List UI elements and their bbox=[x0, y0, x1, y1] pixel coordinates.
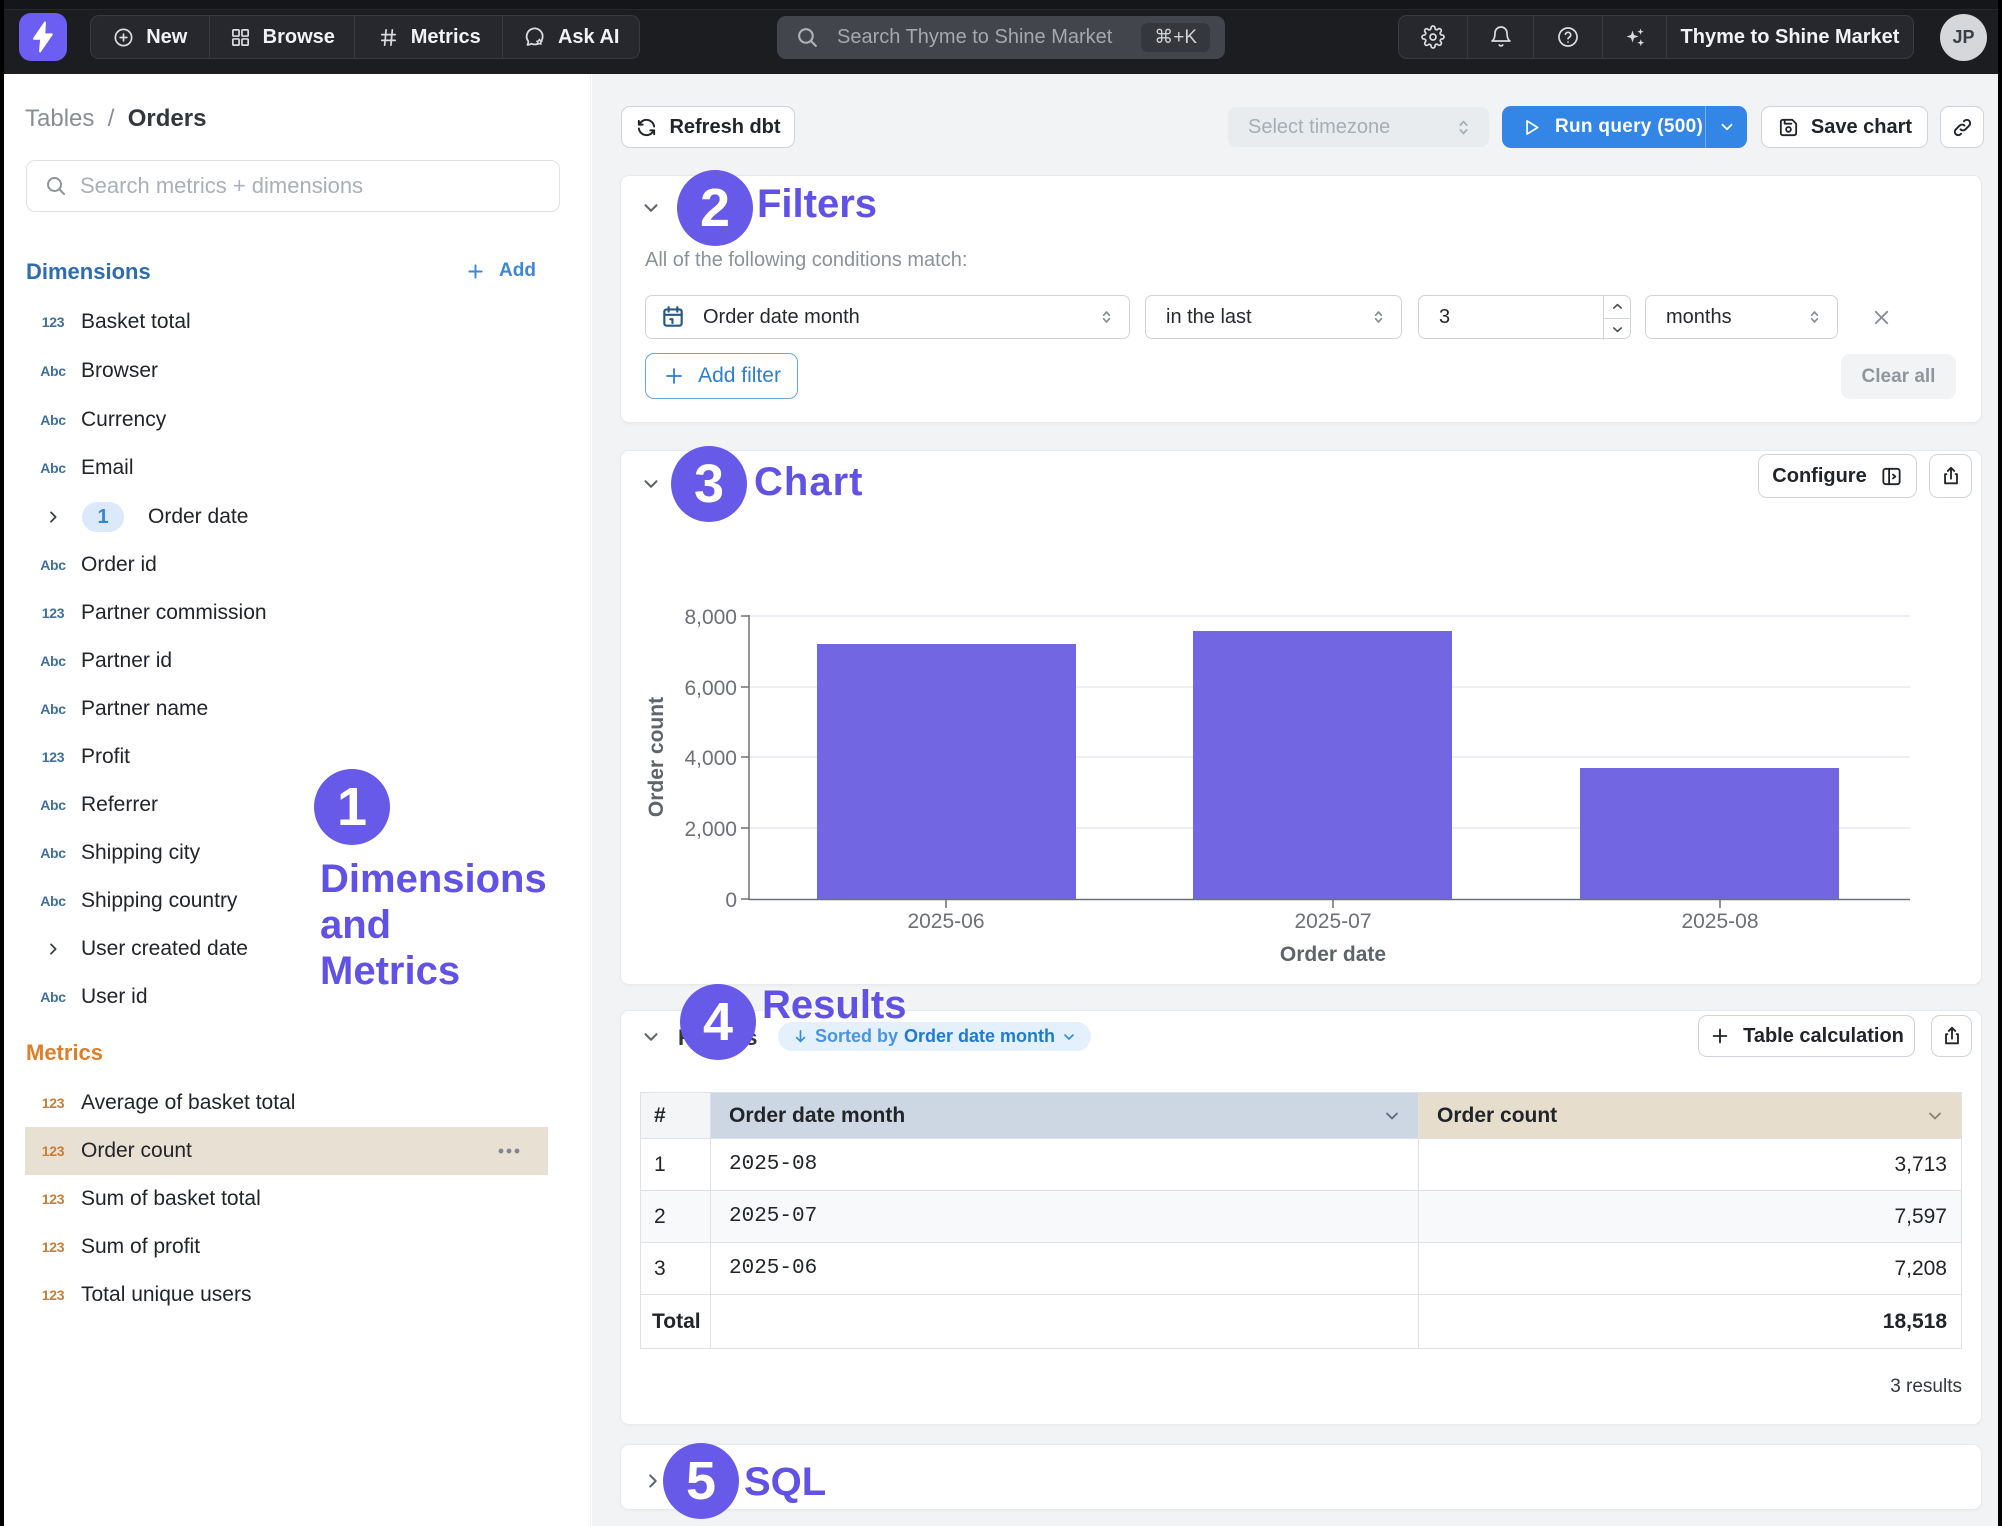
svg-text:2025-07: 2025-07 bbox=[1294, 910, 1371, 933]
svg-text:0: 0 bbox=[725, 889, 737, 912]
svg-text:2025-06: 2025-06 bbox=[907, 910, 984, 933]
svg-text:Order date: Order date bbox=[1280, 943, 1386, 966]
svg-text:6,000: 6,000 bbox=[684, 677, 737, 700]
svg-text:2,000: 2,000 bbox=[684, 818, 737, 841]
svg-text:Order count: Order count bbox=[645, 697, 668, 817]
svg-text:8,000: 8,000 bbox=[684, 606, 737, 629]
svg-text:2025-08: 2025-08 bbox=[1681, 910, 1758, 933]
svg-text:4,000: 4,000 bbox=[684, 747, 737, 770]
